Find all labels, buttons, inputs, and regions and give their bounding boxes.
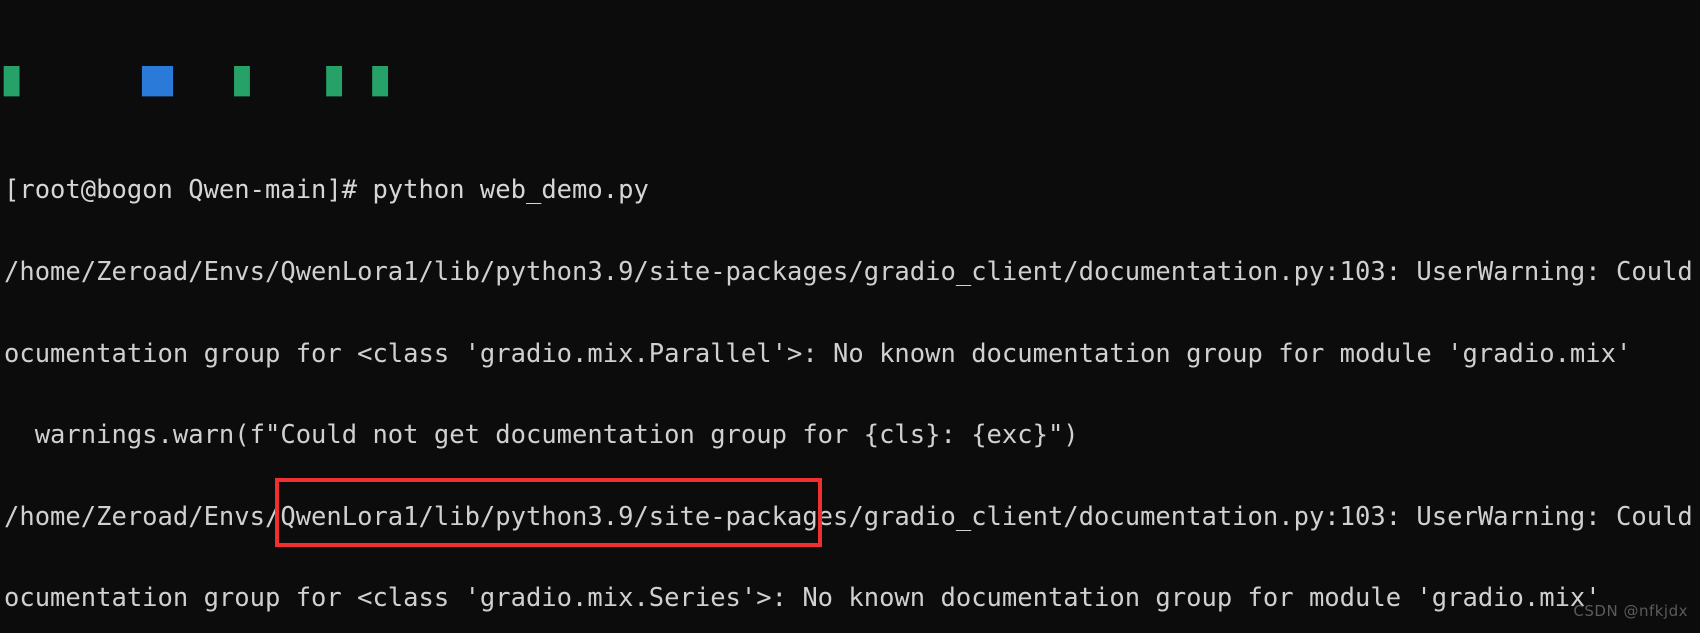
terminal-line-warn1-c: warnings.warn(f"Could not get documentat…: [4, 420, 1079, 451]
clipped-green-fragment-3: █: [326, 66, 342, 97]
terminal-line-warn2-b: ocumentation group for <class 'gradio.mi…: [4, 583, 1601, 614]
clipped-green-fragment-2: █: [234, 66, 250, 97]
terminal-line-warn1-b: ocumentation group for <class 'gradio.mi…: [4, 338, 1632, 369]
terminal-scrollback: █ ██ █ █ █ [root@bogon Qwen-main]# pytho…: [4, 0, 1700, 633]
terminal-line-warn1-a: /home/Zeroad/Envs/QwenLora1/lib/python3.…: [4, 257, 1700, 287]
clipped-green-fragment-4: █: [372, 66, 388, 97]
clipped-previous-line: █ ██ █ █ █: [4, 66, 1700, 97]
clipped-green-fragment-1: █: [4, 66, 20, 97]
watermark-label: CSDN @nfkjdx: [1573, 601, 1688, 620]
terminal-line-warn2-a: /home/Zeroad/Envs/QwenLora1/lib/python3.…: [4, 501, 1700, 532]
terminal-window[interactable]: █ ██ █ █ █ [root@bogon Qwen-main]# pytho…: [0, 0, 1700, 633]
terminal-line-prompt-command: [root@bogon Qwen-main]# python web_demo.…: [4, 175, 649, 206]
clipped-blue-fragment-1: ██: [142, 66, 173, 97]
